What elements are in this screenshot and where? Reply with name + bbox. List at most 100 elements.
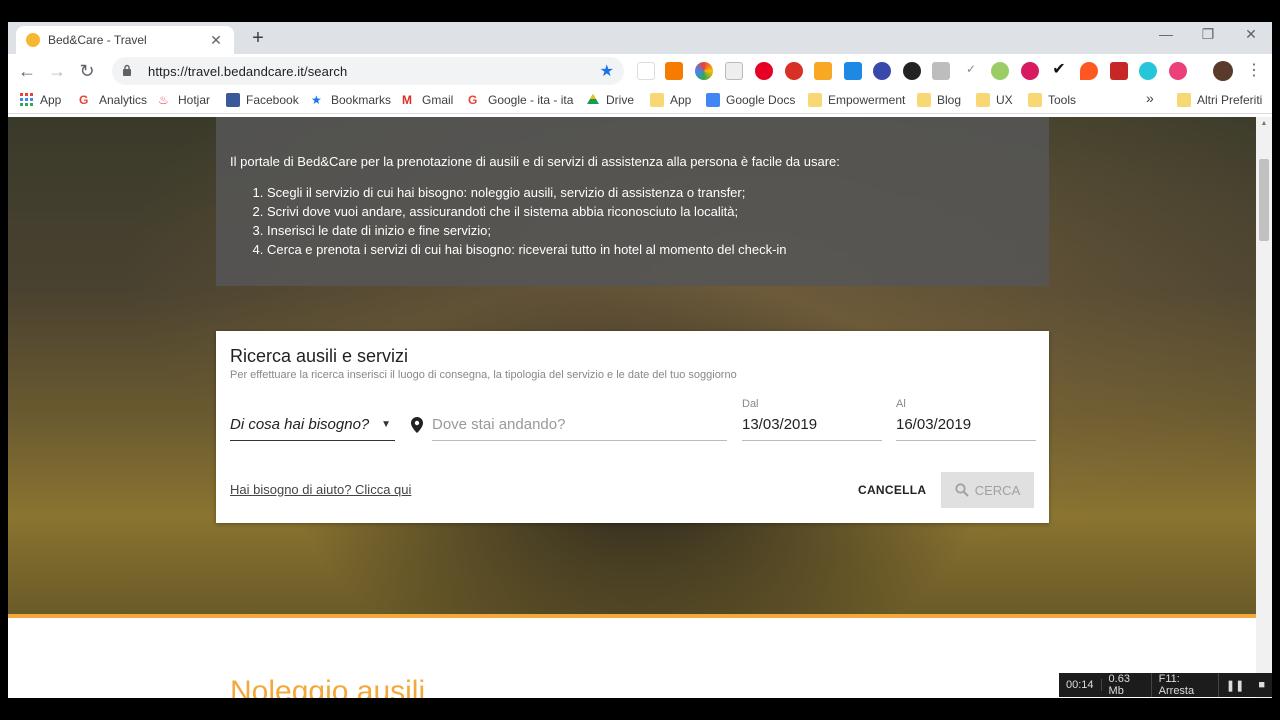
google-icon: G <box>468 93 478 107</box>
notification-extension-icon[interactable] <box>785 62 803 80</box>
restore-button[interactable]: ❐ <box>1193 26 1223 43</box>
search-button-label: CERCA <box>974 482 1021 498</box>
stop-icon[interactable]: ■ <box>1251 679 1272 691</box>
bookmark-label: Tools <box>1048 93 1077 107</box>
bookmark-label: Hotjar <box>178 93 211 107</box>
recorder-stop-hint: F11: Arresta <box>1152 673 1219 697</box>
minimize-button[interactable]: — <box>1151 26 1181 42</box>
browser-toolbar: ← → ↻ https://travel.bedandcare.it/searc… <box>8 54 1272 88</box>
rss-icon[interactable] <box>814 62 832 80</box>
screen-recorder-bar: 00:14 0.63 Mb F11: Arresta ❚❚ ■ <box>1059 673 1272 697</box>
bookmark-hotjar[interactable]: ♨ Hotjar <box>158 93 210 107</box>
folder-icon <box>1177 93 1191 107</box>
bookmark-label: Google Docs <box>726 93 796 107</box>
target-extension-icon[interactable] <box>1021 62 1039 80</box>
apps-grid-icon <box>20 93 34 107</box>
service-type-placeholder: Di cosa hai bisogno? <box>230 416 370 433</box>
pdf-extension-icon[interactable] <box>1110 62 1128 80</box>
accent-divider <box>8 614 1256 618</box>
green-extension-icon[interactable] <box>991 62 1009 80</box>
bookmark-analytics[interactable]: G Analytics <box>79 93 147 107</box>
bookmark-star-icon[interactable]: ★ <box>600 61 614 81</box>
url-text: https://travel.bedandcare.it/search <box>148 63 348 79</box>
fire-extension-icon[interactable] <box>1080 62 1098 80</box>
network-extension-icon[interactable] <box>1139 62 1157 80</box>
wr-extension-icon[interactable] <box>637 62 655 80</box>
bookmark-label: App <box>670 93 692 107</box>
bookmark-label: Analytics <box>99 93 148 107</box>
instruction-step: Cerca e prenota i servizi di cui hai bis… <box>267 242 1035 258</box>
instructions-steps: Scegli il servizio di cui hai bisogno: n… <box>230 185 1035 258</box>
browser-window: Bed&Care - Travel ✕ + — ❐ ✕ ← → ↻ https:… <box>8 22 1272 698</box>
instruction-step: Inserisci le date di inizio e fine servi… <box>267 223 1035 239</box>
bookmark-drive[interactable]: Drive <box>586 93 634 107</box>
checkbox-extension-icon[interactable] <box>844 62 862 80</box>
address-bar[interactable]: https://travel.bedandcare.it/search ★ <box>112 57 624 85</box>
recorder-size: 0.63 Mb <box>1102 673 1152 697</box>
bookmark-label: App <box>40 93 62 107</box>
gmail-icon: M <box>402 93 412 107</box>
service-type-select[interactable]: Di cosa hai bisogno? ▼ <box>230 409 395 441</box>
bookmark-label: Bookmarks <box>331 93 392 107</box>
location-pin-icon <box>411 417 423 433</box>
tab-strip: Bed&Care - Travel ✕ + — ❐ ✕ <box>8 22 1272 54</box>
section-title: Noleggio ausili <box>230 675 426 698</box>
search-title: Ricerca ausili e servizi <box>230 346 409 366</box>
search-button[interactable]: CERCA <box>941 472 1034 508</box>
folder-icon <box>976 93 990 107</box>
start-date-input[interactable]: 13/03/2019 <box>742 409 882 441</box>
instruction-step: Scegli il servizio di cui hai bisogno: n… <box>267 185 1035 201</box>
folder-icon <box>808 93 822 107</box>
chart-extension-icon[interactable] <box>665 62 683 80</box>
bookmark-label: Drive <box>606 93 635 107</box>
bookmark-bookmarks[interactable]: ★ Bookmarks <box>311 93 391 107</box>
check-extension-icon[interactable]: ✓ <box>962 62 980 80</box>
google-icon: G <box>79 93 89 107</box>
bookmark-google-docs[interactable]: Google Docs <box>706 93 795 107</box>
new-tab-button[interactable]: + <box>246 27 270 51</box>
cancel-button[interactable]: CANCELLA <box>858 483 926 497</box>
bookmark-facebook[interactable]: Facebook <box>226 93 299 107</box>
pause-icon[interactable]: ❚❚ <box>1219 679 1251 692</box>
bookmark-gmail[interactable]: M Gmail <box>402 93 453 107</box>
scroll-up-arrow-icon[interactable]: ▲ <box>1256 117 1272 131</box>
checkmark-extension-icon[interactable]: ✔ <box>1050 62 1068 80</box>
close-window-button[interactable]: ✕ <box>1236 26 1266 43</box>
vpn-extension-icon[interactable] <box>873 62 891 80</box>
reload-button[interactable]: ↻ <box>72 56 102 86</box>
scrollbar-thumb[interactable] <box>1259 159 1269 241</box>
help-link[interactable]: Hai bisogno di aiuto? Clicca qui <box>230 482 411 497</box>
instruction-step: Scrivi dove vuoi andare, assicurandoti c… <box>267 204 1035 220</box>
profile-avatar[interactable] <box>1213 61 1233 81</box>
destination-input[interactable]: Dove stai andando? <box>432 409 727 441</box>
browser-tab[interactable]: Bed&Care - Travel ✕ <box>16 26 234 54</box>
bookmark-other-favorites[interactable]: Altri Preferiti <box>1177 93 1262 107</box>
bookmark-app[interactable]: App <box>20 93 61 107</box>
forward-button[interactable]: → <box>42 56 72 86</box>
bookmark-folder-blog[interactable]: Blog <box>917 93 961 107</box>
back-button[interactable]: ← <box>12 56 42 86</box>
bookmarks-overflow-button[interactable]: » <box>1146 90 1154 106</box>
bookmark-label: Gmail <box>422 93 454 107</box>
swirl-extension-icon[interactable] <box>1169 62 1187 80</box>
docs-icon <box>706 93 720 107</box>
bookmark-folder-app[interactable]: App <box>650 93 691 107</box>
bookmark-folder-ux[interactable]: UX <box>976 93 1013 107</box>
gray-extension-icon[interactable] <box>932 62 950 80</box>
mail-extension-icon[interactable] <box>725 62 743 80</box>
browser-menu-icon[interactable]: ⋮ <box>1246 60 1262 80</box>
bookmark-google-ita[interactable]: G Google - ita - ita <box>468 93 573 107</box>
pinterest-icon[interactable] <box>755 62 773 80</box>
bookmark-label: Blog <box>937 93 962 107</box>
owl-extension-icon[interactable] <box>903 62 921 80</box>
color-extension-icon[interactable] <box>695 62 713 80</box>
bookmark-label: Altri Preferiti <box>1197 93 1263 107</box>
end-date-input[interactable]: 16/03/2019 <box>896 409 1036 441</box>
page-scrollbar[interactable]: ▲ <box>1256 117 1272 698</box>
page-content: Il portale di Bed&Care per la prenotazio… <box>8 117 1256 698</box>
bookmark-label: Empowerment <box>828 93 906 107</box>
bookmark-folder-empowerment[interactable]: Empowerment <box>808 93 905 107</box>
close-tab-icon[interactable]: ✕ <box>208 32 224 49</box>
bookmark-folder-tools[interactable]: Tools <box>1028 93 1076 107</box>
search-icon <box>955 483 969 497</box>
